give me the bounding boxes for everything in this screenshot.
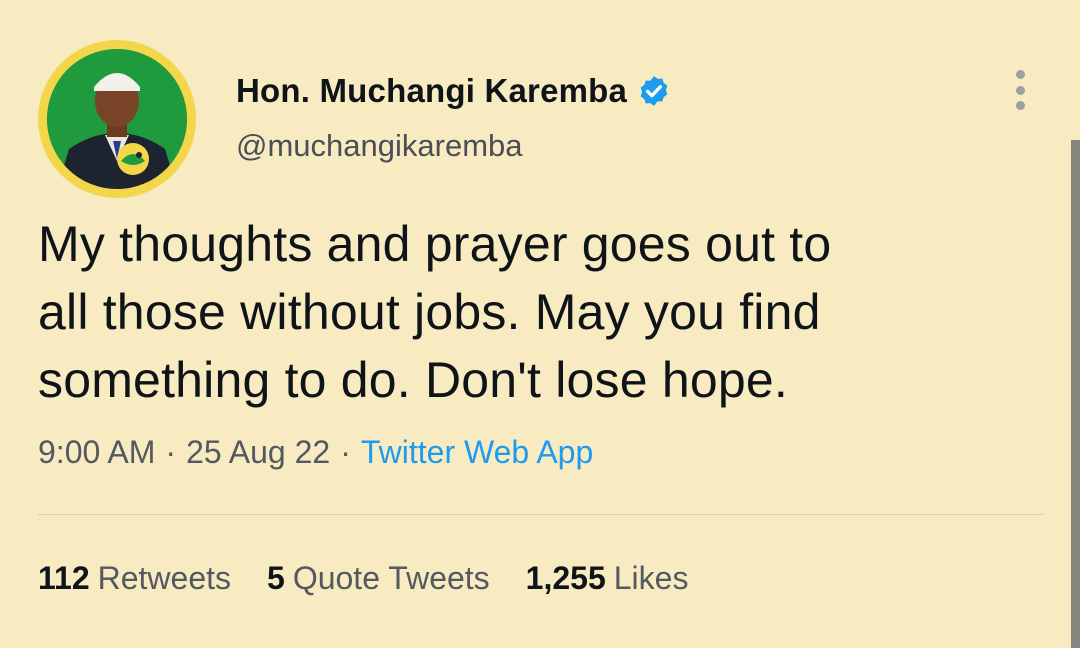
retweets-count: 112 — [38, 560, 90, 596]
tweet-card: UDA Hon. Muchangi Karemba @muchangikarem… — [0, 0, 1080, 648]
retweets-label: Retweets — [97, 560, 232, 596]
more-dot — [1015, 101, 1025, 110]
quote-tweets-label: Quote Tweets — [292, 560, 490, 596]
tweet-date[interactable]: 25 Aug 22 — [186, 434, 330, 470]
tweet-text: My thoughts and prayer goes out to all t… — [38, 216, 832, 408]
quote-tweets-stat[interactable]: 5 Quote Tweets — [267, 560, 490, 597]
avatar-badge-text: UDA — [105, 177, 129, 188]
verified-badge-icon — [637, 74, 671, 108]
quote-tweets-count: 5 — [267, 560, 285, 596]
avatar-illustration: UDA — [47, 49, 187, 189]
retweets-stat[interactable]: 112 Retweets — [38, 560, 231, 597]
name-row: Hon. Muchangi Karemba — [236, 72, 671, 110]
more-dot — [1015, 70, 1025, 79]
author-handle[interactable]: @muchangikaremba — [236, 128, 671, 164]
more-options-icon[interactable] — [1010, 70, 1030, 110]
tweet-source-link[interactable]: Twitter Web App — [361, 434, 593, 470]
tweet-stats: 112 Retweets 5 Quote Tweets 1,255 Likes — [38, 560, 688, 597]
meta-separator: · — [340, 434, 351, 470]
scrollbar[interactable] — [1071, 140, 1080, 648]
tweet-time[interactable]: 9:00 AM — [38, 434, 155, 470]
author-display-name[interactable]: Hon. Muchangi Karemba — [236, 72, 627, 110]
divider — [38, 514, 1044, 515]
likes-label: Likes — [613, 560, 689, 596]
more-dot — [1015, 85, 1025, 95]
tweet-meta: 9:00 AM · 25 Aug 22 · Twitter Web App — [38, 434, 593, 471]
likes-stat[interactable]: 1,255 Likes — [526, 560, 689, 597]
avatar-photo: UDA — [47, 49, 187, 189]
author-avatar[interactable]: UDA — [38, 40, 196, 198]
meta-separator: · — [165, 434, 177, 470]
author-info: Hon. Muchangi Karemba @muchangikaremba — [236, 72, 671, 164]
likes-count: 1,255 — [525, 560, 606, 596]
